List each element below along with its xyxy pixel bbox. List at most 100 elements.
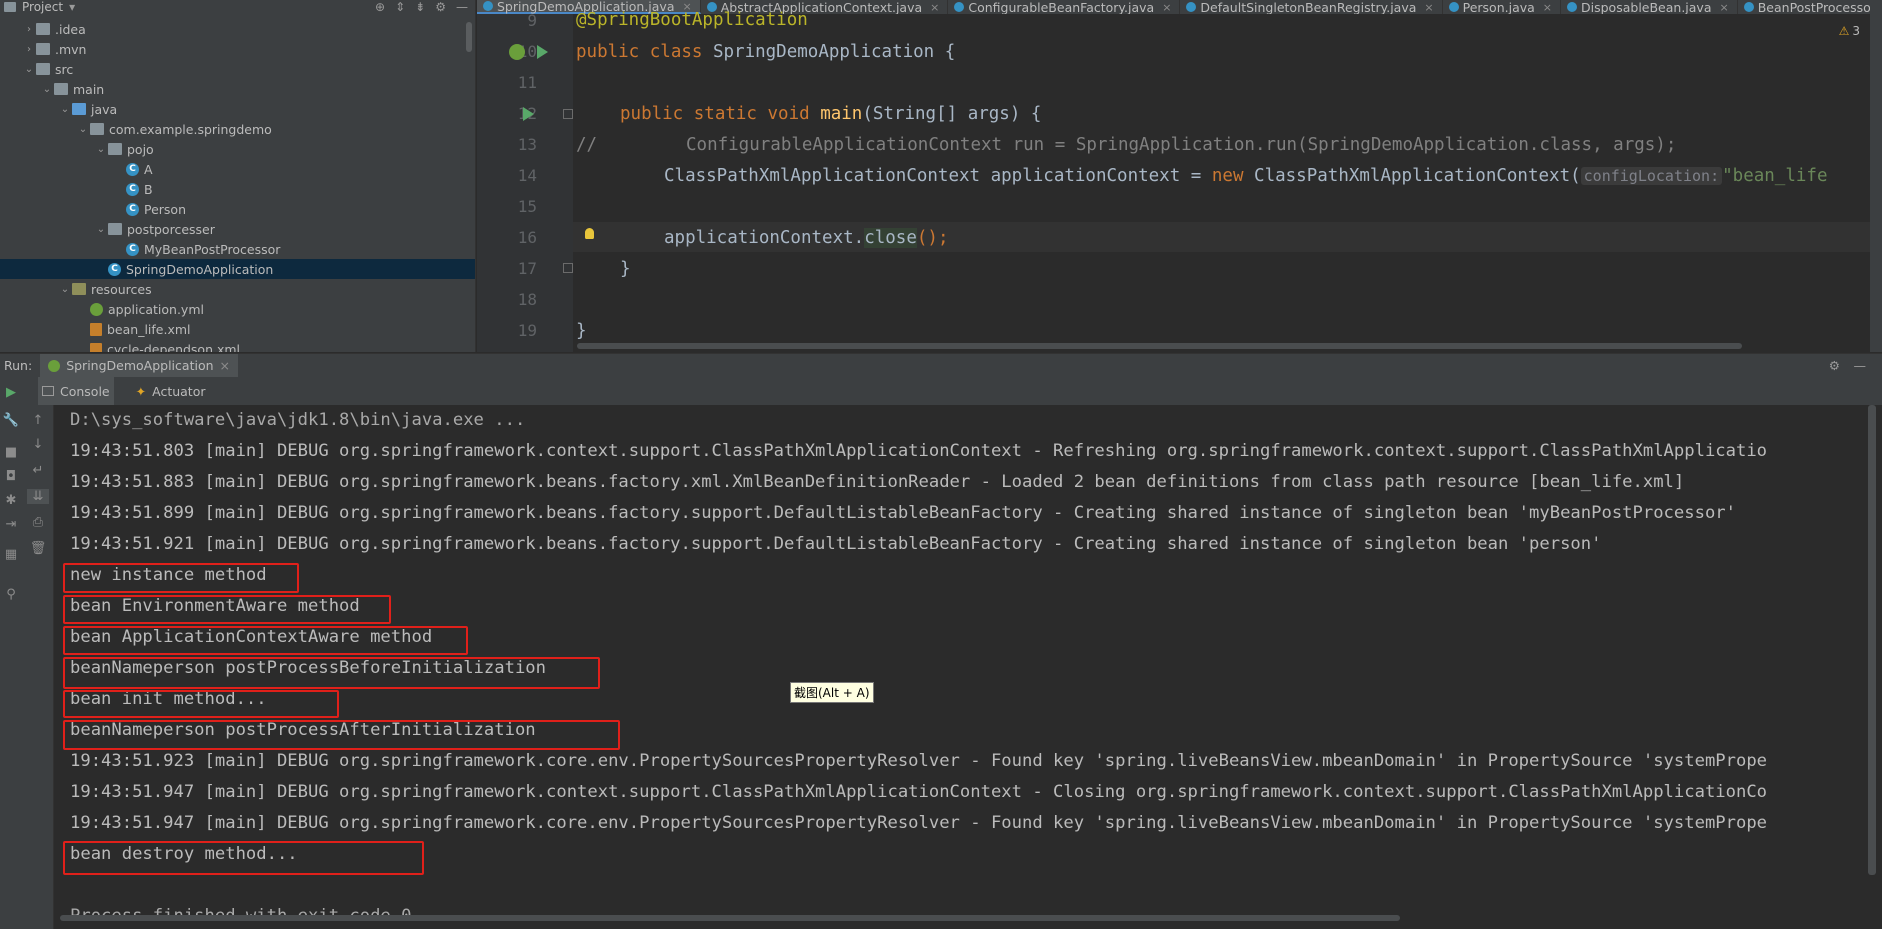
tree-item[interactable]: CB: [0, 179, 475, 199]
chevron-icon[interactable]: ⌄: [94, 224, 108, 235]
up-icon[interactable]: ↑: [27, 413, 49, 428]
tree-item-label: postporcesser: [127, 221, 215, 237]
debug-icon[interactable]: ✱: [0, 493, 22, 508]
hide-icon[interactable]: —: [456, 0, 468, 14]
run-main-icon[interactable]: [523, 107, 534, 121]
expand-all-icon[interactable]: ⇟: [415, 0, 425, 14]
tree-item-label: com.example.springdemo: [109, 121, 272, 137]
tree-item[interactable]: C SpringDemoApplication: [0, 259, 475, 279]
folder-icon: [90, 123, 104, 135]
editor-horizontal-scrollbar[interactable]: [577, 343, 1742, 349]
highlight-box: [63, 626, 468, 655]
chevron-down-icon[interactable]: ▾: [69, 0, 75, 14]
tree-item-label: Person: [144, 201, 187, 217]
chevron-icon[interactable]: ⌄: [58, 104, 72, 115]
highlight-box: [63, 657, 600, 689]
chevron-icon[interactable]: ⌄: [76, 124, 90, 135]
editor-tab[interactable]: BeanPostProcessor.java×: [1738, 0, 1882, 14]
lightbulb-icon[interactable]: [585, 228, 594, 239]
close-icon[interactable]: ×: [1720, 1, 1729, 14]
class-icon: C: [126, 202, 139, 216]
run-config-tab[interactable]: SpringDemoApplication ×: [40, 353, 238, 378]
console-toolbar: ↑ ↓ ↵ ⇊ ⎙ 🗑: [22, 405, 54, 929]
tree-item[interactable]: C MyBeanPostProcessor: [0, 239, 475, 259]
rerun-icon[interactable]: ▶: [0, 385, 22, 400]
locate-icon[interactable]: ⊕: [375, 0, 385, 14]
gear-icon[interactable]: ⚙: [435, 0, 446, 14]
wrench-icon[interactable]: 🔧: [0, 413, 22, 428]
tree-item[interactable]: ⌄ resources: [0, 279, 475, 299]
stop-icon[interactable]: ■: [0, 445, 22, 460]
project-title[interactable]: Project: [22, 0, 63, 14]
line-number: 11: [517, 73, 537, 92]
folder-icon: [108, 223, 122, 235]
tree-item[interactable]: ⌄ com.example.springdemo: [0, 119, 475, 139]
tree-item-label: SpringDemoApplication: [126, 261, 274, 277]
tree-item[interactable]: › .idea: [0, 19, 475, 39]
highlight-box: [63, 595, 391, 624]
chevron-icon[interactable]: ⌄: [58, 284, 72, 295]
tree-item[interactable]: CA: [0, 159, 475, 179]
exit-icon[interactable]: ⇥: [0, 517, 22, 532]
tree-item-label: pojo: [127, 141, 154, 157]
close-icon[interactable]: ×: [1424, 1, 1433, 14]
highlight-box: [63, 841, 424, 875]
tree-item-label: src: [55, 61, 74, 77]
spring-bean-icon[interactable]: [509, 44, 525, 60]
close-icon[interactable]: ×: [930, 1, 939, 14]
inspection-widget[interactable]: ⚠ 3: [1839, 24, 1860, 38]
warning-icon: ⚠: [1838, 24, 1850, 38]
tree-item[interactable]: C Person: [0, 199, 475, 219]
run-config-label: SpringDemoApplication: [66, 358, 214, 373]
editor-tab[interactable]: DisposableBean.java ×: [1561, 0, 1738, 14]
line-number: 15: [517, 197, 537, 216]
class-icon: C: [108, 262, 121, 276]
tree-item[interactable]: bean_life.xml: [0, 319, 475, 339]
project-scrollbar[interactable]: [466, 22, 472, 52]
tree-item[interactable]: ⌄ src: [0, 59, 475, 79]
down-icon[interactable]: ↓: [27, 437, 49, 452]
chevron-icon[interactable]: ⌄: [40, 84, 54, 95]
tree-item[interactable]: ⌄ java: [0, 99, 475, 119]
tree-item[interactable]: ⌄ postporcesser: [0, 219, 475, 239]
gear-icon[interactable]: ⚙: [1829, 358, 1840, 373]
chevron-icon[interactable]: ›: [22, 24, 36, 35]
tab-actuator[interactable]: ✦ Actuator: [132, 377, 210, 405]
tree-item-label: main: [73, 81, 105, 97]
chevron-icon[interactable]: ⌄: [94, 144, 108, 155]
editor-tab-label: BeanPostProcessor.java: [1757, 0, 1882, 14]
highlight-box: [63, 563, 299, 593]
code-line-12: public static void main(String[] args) {: [620, 104, 1042, 124]
folder-icon: [54, 83, 68, 95]
tree-item[interactable]: › .mvn: [0, 39, 475, 59]
tab-console[interactable]: Console: [38, 377, 114, 405]
line-number: 10: [517, 42, 537, 61]
close-icon[interactable]: ×: [220, 358, 230, 373]
print-icon[interactable]: ⎙: [27, 515, 49, 530]
pin-icon[interactable]: ⚲: [0, 587, 22, 602]
editor-tab[interactable]: DefaultSingletonBeanRegistry.java ×: [1180, 0, 1443, 14]
minimize-icon[interactable]: —: [1854, 358, 1867, 373]
layout-icon[interactable]: ▦: [0, 547, 22, 562]
console-horizontal-scrollbar[interactable]: [60, 915, 1400, 921]
editor-tab[interactable]: Person.java ×: [1443, 0, 1562, 14]
run-class-icon[interactable]: [537, 45, 548, 59]
chevron-icon[interactable]: ›: [22, 44, 36, 55]
close-icon[interactable]: ×: [1543, 1, 1552, 14]
line-number: 17: [517, 259, 537, 278]
tree-item[interactable]: application.yml: [0, 299, 475, 319]
trash-icon[interactable]: 🗑: [27, 541, 49, 556]
tree-item[interactable]: ⌄ pojo: [0, 139, 475, 159]
camera-icon[interactable]: ◘: [0, 469, 22, 484]
tree-item[interactable]: ⌄ main: [0, 79, 475, 99]
soft-wrap-icon[interactable]: ↵: [27, 463, 49, 478]
console-vertical-scrollbar[interactable]: [1868, 405, 1876, 875]
chevron-icon[interactable]: ⌄: [22, 64, 36, 75]
fold-icon[interactable]: [563, 109, 573, 119]
scroll-to-end-icon[interactable]: ⇊: [27, 489, 49, 504]
fold-end-icon[interactable]: [563, 263, 573, 273]
close-icon[interactable]: ×: [1162, 1, 1171, 14]
tree-item[interactable]: cycle-dependson.xml: [0, 339, 475, 352]
editor-tab[interactable]: ConfigurableBeanFactory.java ×: [948, 0, 1181, 14]
collapse-all-icon[interactable]: ⇕: [395, 0, 405, 14]
